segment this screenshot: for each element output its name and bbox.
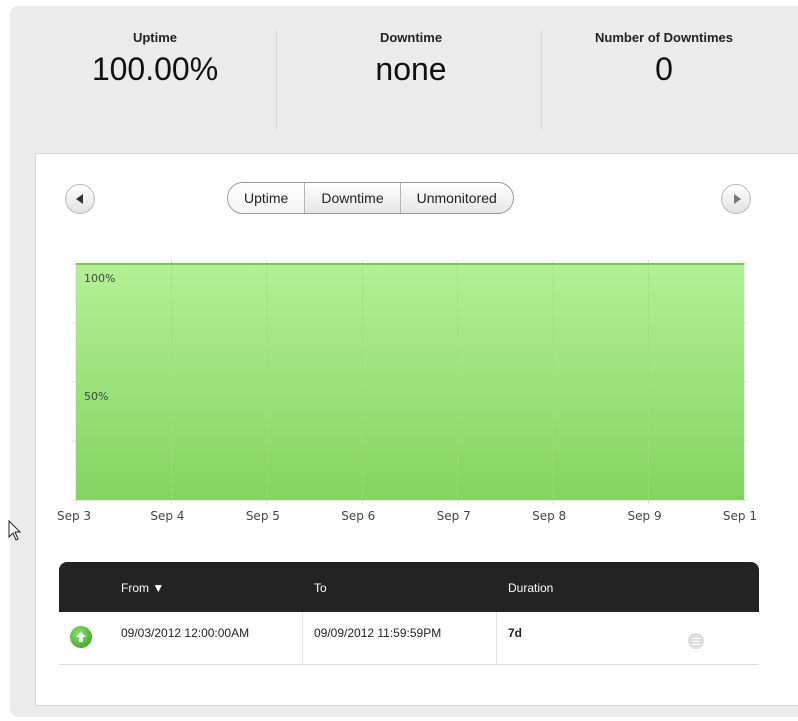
x-tick-label: Sep 6 — [341, 509, 375, 523]
column-to[interactable]: To — [314, 581, 327, 595]
x-tick-label: Sep 3 — [57, 509, 91, 523]
x-tick-label: Sep 8 — [532, 509, 566, 523]
uptime-area — [76, 264, 744, 500]
y-tick-label: 100% — [84, 272, 115, 285]
column-from[interactable]: From ▼ — [121, 581, 164, 595]
column-duration[interactable]: Duration — [508, 581, 553, 595]
y-tick-label: 50% — [84, 390, 108, 403]
x-tick-label: Sep 1 — [723, 509, 757, 523]
row-duration: 7d — [508, 626, 523, 640]
mouse-cursor-icon — [8, 520, 22, 541]
status-up-icon — [70, 626, 92, 648]
arrow-up-icon — [76, 632, 86, 642]
column-divider — [302, 612, 303, 664]
row-from: 09/03/2012 12:00:00AM — [121, 626, 250, 640]
column-divider — [496, 612, 497, 664]
details-icon[interactable] — [688, 633, 704, 649]
x-tick-label: Sep 9 — [628, 509, 662, 523]
x-tick-label: Sep 7 — [437, 509, 471, 523]
x-tick-label: Sep 4 — [150, 509, 184, 523]
x-tick-label: Sep 5 — [246, 509, 280, 523]
row-to: 09/09/2012 11:59:59PM — [314, 626, 442, 640]
